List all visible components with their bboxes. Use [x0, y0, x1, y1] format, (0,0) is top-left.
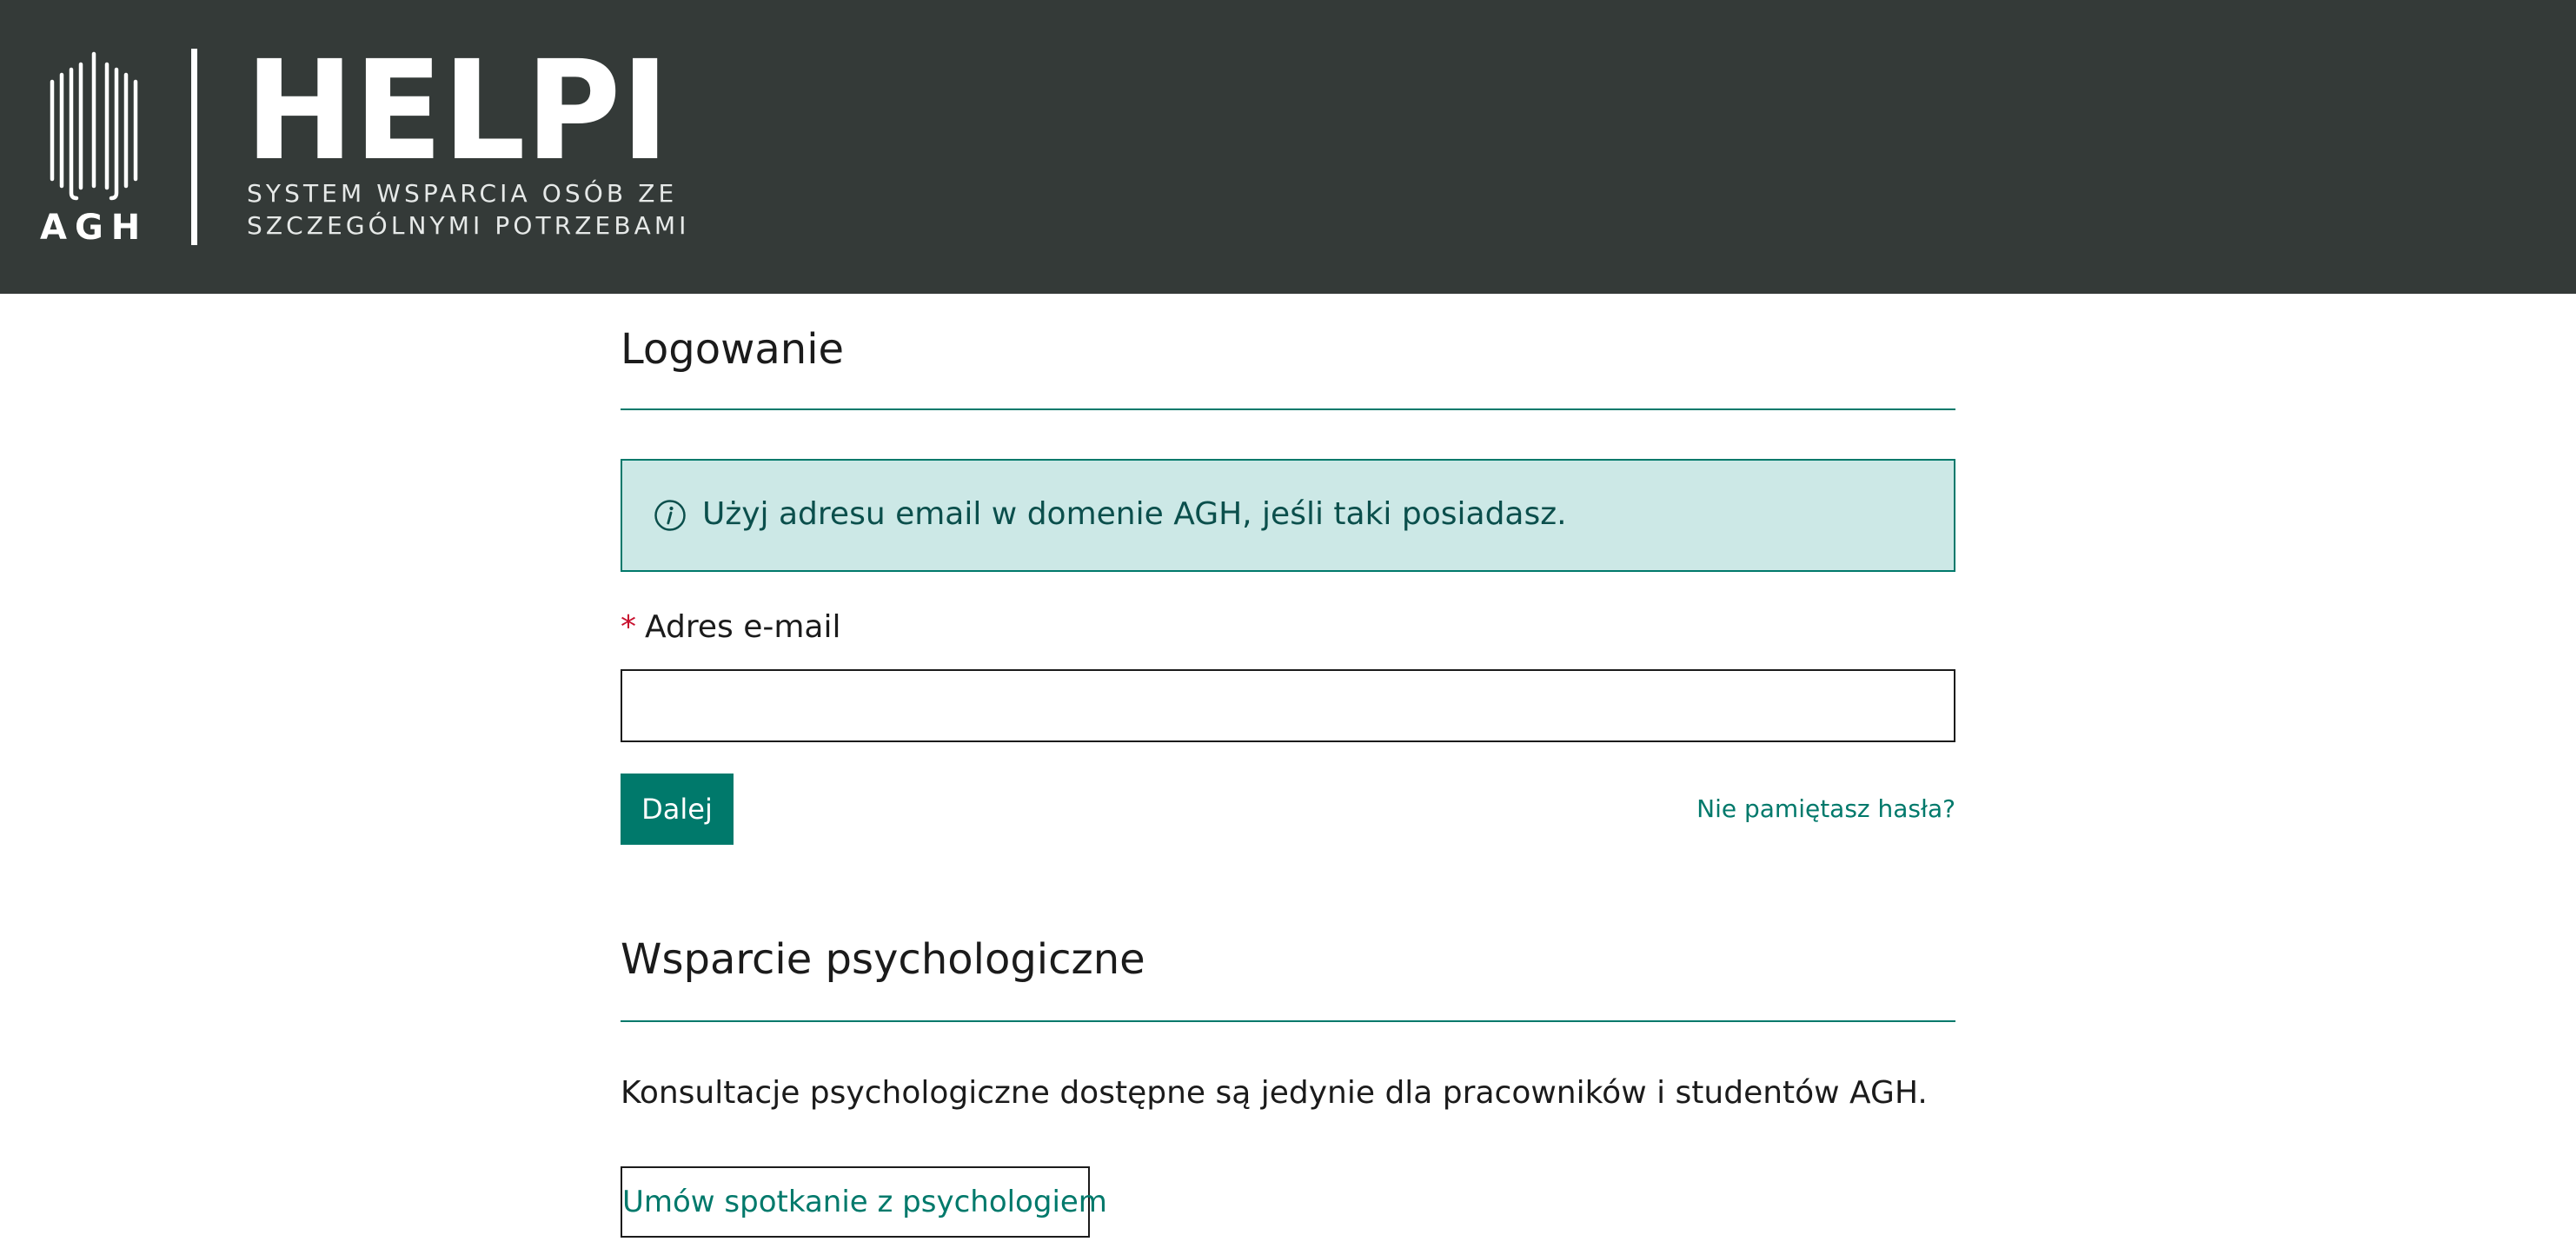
helpi-logo-text: HELPI [245, 56, 669, 163]
logo-subtitle-line-1: SYSTEM WSPARCIA OSÓB ZE [247, 179, 678, 208]
support-description: Konsultacje psychologiczne dostępne są j… [621, 1075, 1928, 1111]
email-label: * Adres e-mail [621, 607, 840, 648]
next-button[interactable]: Dalej [621, 774, 734, 845]
info-message: Użyj adresu email w domenie AGH, jeśli t… [702, 496, 1567, 532]
site-header: AGH HELPI SYSTEM WSPARCIA OSÓB ZE SZCZEG… [0, 0, 2576, 294]
agh-logo-text: AGH [40, 208, 149, 248]
agh-logo[interactable]: AGH [40, 49, 148, 249]
email-label-text: Adres e-mail [645, 609, 841, 645]
book-psychologist-button[interactable]: Umów spotkanie z psychologiem [621, 1166, 1107, 1238]
login-title: Logowanie [621, 325, 845, 374]
support-title: Wsparcie psychologiczne [621, 935, 1145, 984]
logo-divider [191, 49, 197, 245]
support-title-divider [621, 1020, 1955, 1022]
info-circle-icon [654, 500, 686, 531]
helpi-logo[interactable]: HELPI [245, 56, 671, 163]
agh-logo-icon [50, 51, 138, 201]
required-marker: * [621, 609, 636, 645]
email-input[interactable] [621, 669, 1955, 742]
info-alert: Użyj adresu email w domenie AGH, jeśli t… [621, 459, 1955, 572]
logo-subtitle-line-2: SZCZEGÓLNYMI POTRZEBAMI [247, 211, 690, 240]
forgot-password-link[interactable]: Nie pamiętasz hasła? [1696, 793, 1955, 826]
login-title-divider [621, 408, 1955, 410]
logo-subtitle: SYSTEM WSPARCIA OSÓB ZE SZCZEGÓLNYMI POT… [247, 177, 690, 242]
